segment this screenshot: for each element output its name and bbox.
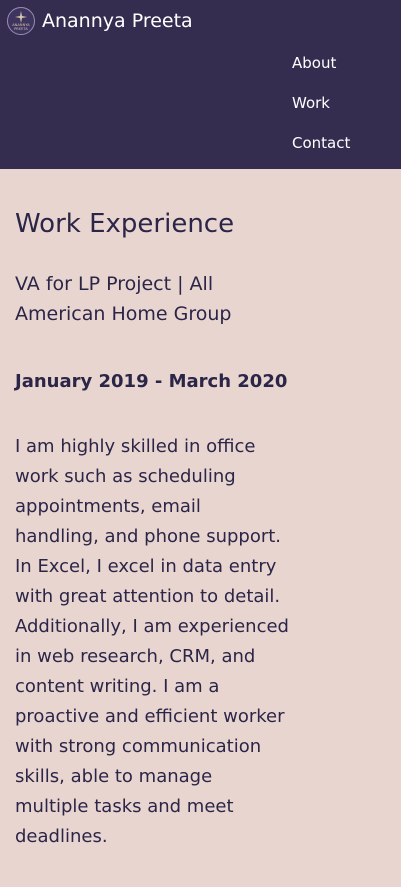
job-description: I am highly skilled in office work such … [15,436,289,848]
brand[interactable]: ANANNYA PREETA Anannya Preeta [7,6,193,36]
job-dates: January 2019 - March 2020 [15,371,288,393]
main-nav: About Work Contact [292,52,350,172]
site-header: ANANNYA PREETA Anannya Preeta About Work… [0,0,401,169]
job-role: VA for LP Project | All American Home Gr… [15,273,232,326]
page-title: Work Experience [15,209,235,239]
logo[interactable]: ANANNYA PREETA [7,7,35,35]
nav-link-contact[interactable]: Contact [292,132,350,172]
work-experience-section: Work Experience VA for LP Project | All … [15,206,290,852]
nav-link-work[interactable]: Work [292,92,350,132]
nav-link-about[interactable]: About [292,52,350,92]
brand-name[interactable]: Anannya Preeta [42,10,193,32]
logo-text-line2: PREETA [14,27,28,31]
sparkle-star-icon [15,11,27,23]
